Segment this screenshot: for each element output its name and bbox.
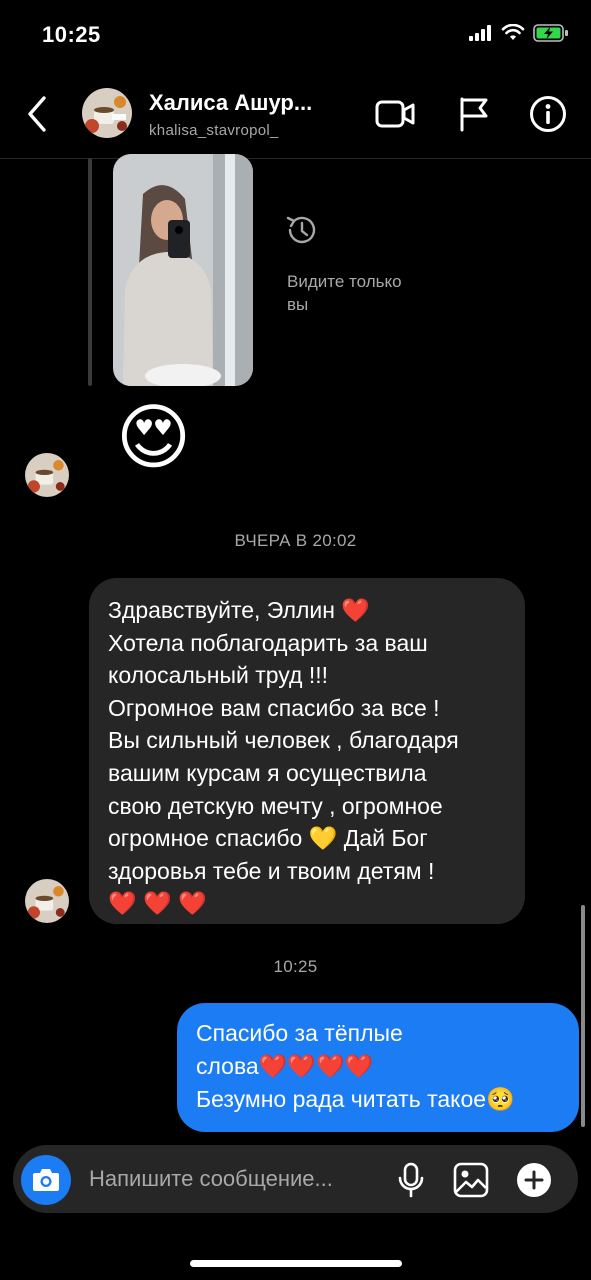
back-button[interactable] — [20, 94, 54, 134]
info-icon — [530, 96, 566, 132]
sender-avatar[interactable] — [25, 879, 69, 923]
signal-icon — [469, 25, 491, 41]
contact-avatar[interactable] — [82, 88, 132, 138]
gallery-icon — [453, 1162, 489, 1198]
incoming-message-bubble[interactable]: Здравствуйте, Эллин ❤️ Хотела поблагодар… — [89, 578, 525, 924]
report-button[interactable] — [454, 94, 494, 134]
history-icon — [284, 212, 320, 248]
reply-indicator-bar — [88, 158, 92, 386]
sender-avatar[interactable] — [25, 453, 69, 497]
camera-icon — [33, 1169, 59, 1191]
message-line: здоровья тебе и твоим детям ! — [108, 857, 435, 884]
message-line: Спасибо за тёплые — [196, 1020, 403, 1046]
add-button[interactable] — [512, 1158, 556, 1202]
contact-name[interactable]: Халиса Ашур... — [149, 90, 359, 116]
story-thumbnail[interactable] — [113, 154, 253, 386]
timestamp-today: 10:25 — [273, 957, 318, 976]
add-icon — [517, 1163, 551, 1197]
message-line: Безумно рада читать такое🥺 — [196, 1086, 515, 1112]
message-line: ❤️ ❤️ ❤️ — [108, 890, 207, 917]
message-line: Вы сильный человек , благодаря — [108, 727, 459, 754]
message-line: Огромное вам спасибо за все ! — [108, 694, 440, 721]
message-input[interactable] — [89, 1162, 389, 1196]
microphone-icon — [398, 1162, 424, 1198]
gallery-button[interactable] — [449, 1158, 493, 1202]
message-line: свою детскую мечту , огромное — [108, 792, 443, 819]
contact-username[interactable]: khalisa_stavropol_ — [149, 122, 279, 139]
message-line: Хотела поблагодарить за ваш — [108, 629, 428, 656]
battery-charging-icon — [533, 24, 568, 42]
voice-message-button[interactable] — [389, 1158, 433, 1202]
visibility-note: Видите только вы — [287, 272, 402, 314]
message-line: вашим курсам я осуществила — [108, 759, 427, 786]
message-line: огромное спасибо 💛 Дай Бог — [108, 825, 428, 852]
home-indicator — [190, 1260, 402, 1267]
reply-emoji: 😍 — [116, 398, 192, 478]
message-line: колосальный труд !!! — [108, 662, 329, 689]
outgoing-message-bubble[interactable]: Спасибо за тёплые слова❤️❤️❤️❤️ Безумно … — [177, 1003, 579, 1132]
video-call-button[interactable] — [375, 94, 415, 134]
scrollbar[interactable] — [581, 905, 585, 1127]
wifi-icon — [501, 24, 525, 40]
back-arrow-icon — [28, 96, 46, 132]
camera-button[interactable] — [21, 1155, 71, 1205]
info-button[interactable] — [528, 94, 568, 134]
message-line: Здравствуйте, Эллин ❤️ — [108, 597, 370, 623]
status-time: 10:25 — [42, 22, 101, 47]
message-line: слова❤️❤️❤️❤️ — [196, 1053, 374, 1079]
flag-icon — [460, 97, 488, 132]
status-icons — [469, 24, 569, 42]
video-call-icon — [375, 100, 415, 128]
timestamp-yesterday: ВЧЕРА В 20:02 — [234, 531, 357, 550]
